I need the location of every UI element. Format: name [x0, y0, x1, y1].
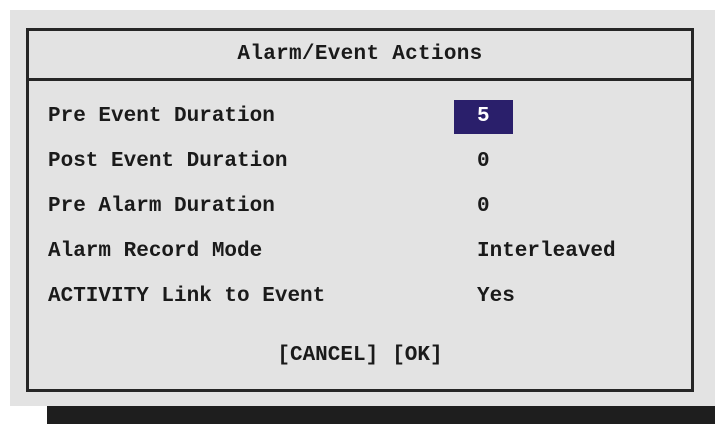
post-event-duration-value[interactable]: 0 [454, 145, 513, 179]
dialog-shadow [47, 406, 715, 424]
alarm-record-mode-value[interactable]: Interleaved [454, 235, 639, 269]
pre-alarm-duration-label: Pre Alarm Duration [48, 195, 275, 218]
pre-alarm-duration-value[interactable]: 0 [454, 190, 513, 224]
activity-link-to-event-value[interactable]: Yes [454, 280, 538, 314]
activity-link-to-event-label: ACTIVITY Link to Event [48, 285, 326, 308]
pre-event-duration-label: Pre Event Duration [48, 105, 275, 128]
alarm-record-mode-label: Alarm Record Mode [48, 240, 263, 263]
alarm-record-mode-row[interactable]: Alarm Record Mode Interleaved [29, 235, 691, 269]
dialog-buttons: [CANCEL] [OK] [29, 339, 691, 373]
dialog-title: Alarm/Event Actions [29, 31, 691, 81]
post-event-duration-row[interactable]: Post Event Duration 0 [29, 145, 691, 179]
pre-event-duration-row[interactable]: Pre Event Duration 5 [29, 100, 691, 134]
cancel-button[interactable]: [CANCEL] [277, 339, 378, 373]
activity-link-to-event-row[interactable]: ACTIVITY Link to Event Yes [29, 280, 691, 314]
pre-alarm-duration-row[interactable]: Pre Alarm Duration 0 [29, 190, 691, 224]
screen: Alarm/Event Actions Pre Event Duration 5… [0, 0, 715, 424]
pre-event-duration-value[interactable]: 5 [454, 100, 513, 134]
alarm-event-actions-dialog: Alarm/Event Actions Pre Event Duration 5… [26, 28, 694, 392]
ok-button[interactable]: [OK] [392, 339, 442, 373]
post-event-duration-label: Post Event Duration [48, 150, 288, 173]
